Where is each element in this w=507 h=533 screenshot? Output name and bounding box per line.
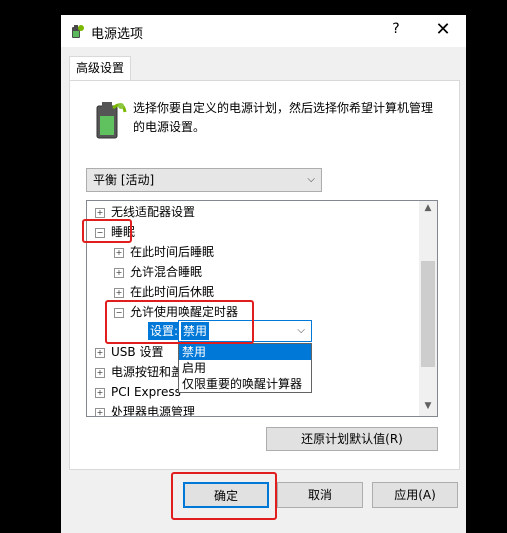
tab-advanced-settings[interactable]: 高级设置 <box>69 56 131 80</box>
help-button[interactable]: ? <box>386 21 406 37</box>
power-options-icon <box>69 23 85 39</box>
title-bar: 电源选项 ? ✕ <box>61 15 466 47</box>
tree-item-processor[interactable]: + 处理器电源管理 <box>95 402 196 417</box>
tree-item-label: 在此时间后休眠 <box>130 285 215 299</box>
scroll-up-icon[interactable]: ▲ <box>419 203 437 213</box>
restore-defaults-button[interactable]: 还原计划默认值(R) <box>266 427 438 451</box>
expand-icon[interactable]: + <box>95 207 105 218</box>
scrollbar-thumb[interactable] <box>421 261 435 367</box>
annotation-box-wake-timers <box>105 300 254 344</box>
power-plan-value: 平衡 [活动] <box>93 173 155 187</box>
tree-item-label: 允许混合睡眠 <box>130 265 203 279</box>
chevron-down-icon: ⌵ <box>307 174 315 185</box>
tree-item-label: PCI Express <box>111 385 181 399</box>
expand-icon[interactable]: + <box>114 247 124 258</box>
dropdown-option-enabled[interactable]: 启用 <box>179 360 311 376</box>
tree-item-label: 在此时间后睡眠 <box>130 245 215 259</box>
tree-item-hybrid-sleep[interactable]: + 允许混合睡眠 <box>114 262 202 282</box>
chevron-down-icon: ⌵ <box>297 325 305 336</box>
tree-item-label: USB 设置 <box>111 345 164 359</box>
expand-icon[interactable]: + <box>95 387 105 398</box>
tree-item-label: 处理器电源管理 <box>111 405 196 417</box>
expand-icon[interactable]: + <box>114 267 124 278</box>
expand-icon[interactable]: + <box>114 287 124 298</box>
tree-item-power-buttons[interactable]: + 电源按钮和盖 <box>95 362 183 382</box>
cancel-button[interactable]: 取消 <box>277 482 363 508</box>
expand-icon[interactable]: + <box>95 407 105 416</box>
power-plan-select[interactable]: 平衡 [活动] ⌵ <box>86 168 322 192</box>
expand-icon[interactable]: + <box>95 347 105 358</box>
tree-item-sleep-after[interactable]: + 在此时间后睡眠 <box>114 242 214 262</box>
tree-item-label: 无线适配器设置 <box>111 205 196 219</box>
tree-scrollbar[interactable]: ▲ ▼ <box>419 201 437 416</box>
dropdown-option-important-only[interactable]: 仅限重要的唤醒计算器 <box>179 376 311 392</box>
battery-icon <box>91 98 127 140</box>
tree-item-label: 电源按钮和盖 <box>111 365 184 379</box>
annotation-box-ok <box>171 472 277 520</box>
description-text: 选择你要自定义的电源计划，然后选择你希望计算机管理的电源设置。 <box>133 101 434 134</box>
setting-dropdown-list[interactable]: 禁用 启用 仅限重要的唤醒计算器 <box>178 343 312 393</box>
close-button[interactable]: ✕ <box>431 19 455 40</box>
window-title: 电源选项 <box>91 27 144 42</box>
scroll-down-icon[interactable]: ▼ <box>419 401 437 411</box>
apply-button[interactable]: 应用(A) <box>372 482 458 508</box>
expand-icon[interactable]: + <box>95 367 105 378</box>
annotation-box-sleep <box>82 219 132 243</box>
tree-item-usb[interactable]: + USB 设置 <box>95 342 163 362</box>
dropdown-option-disabled[interactable]: 禁用 <box>179 344 311 360</box>
tree-item-pci-express[interactable]: + PCI Express <box>95 382 181 402</box>
tree-item-hibernate-after[interactable]: + 在此时间后休眠 <box>114 282 214 302</box>
